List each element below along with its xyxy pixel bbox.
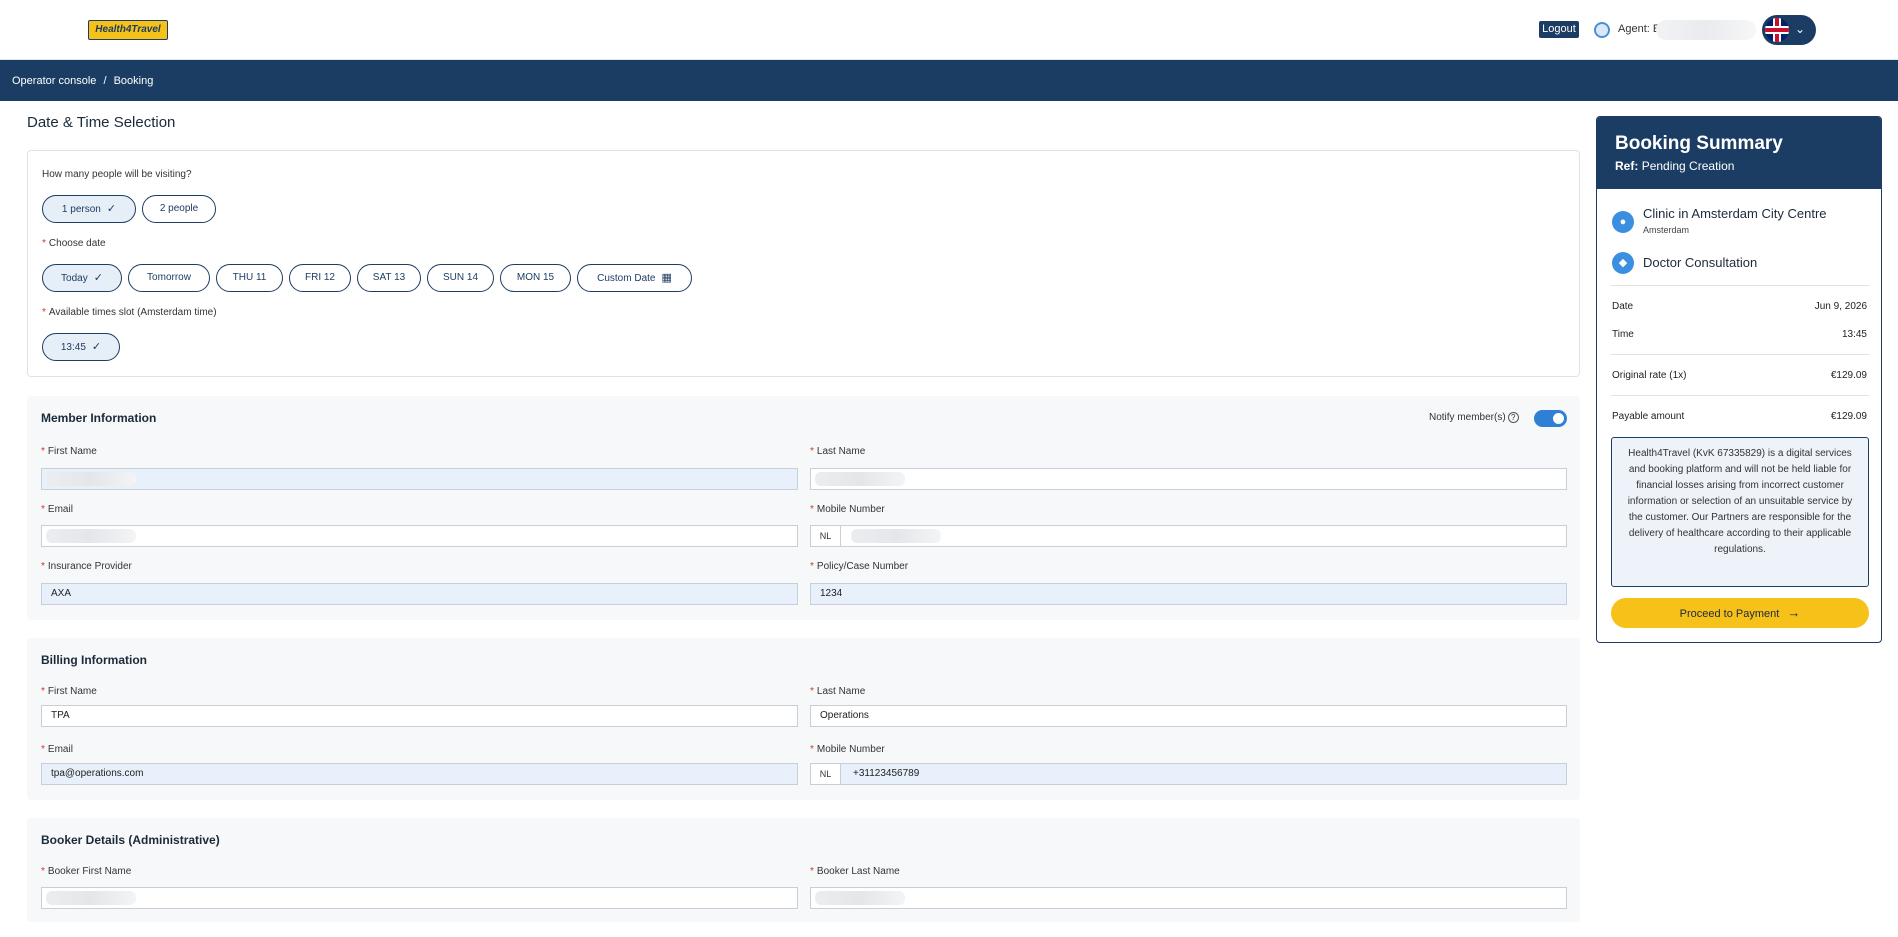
arrow-right-icon: →: [1787, 605, 1801, 620]
breadcrumb-operator-console[interactable]: Operator console: [12, 75, 96, 87]
date-option-thu-11[interactable]: THU 11: [216, 264, 283, 292]
notify-members-label: Notify member(s)?: [1429, 412, 1519, 423]
date-time-card: How many people will be visiting? 1 pers…: [27, 150, 1580, 377]
country-code-select[interactable]: NL: [811, 526, 841, 546]
location-pin-icon: ●: [1612, 211, 1634, 233]
booker-details-title: Booker Details (Administrative): [41, 833, 220, 847]
breadcrumb: Operator console / Booking: [12, 75, 157, 87]
original-rate-label: Original rate (1x): [1612, 370, 1687, 381]
redacted-value: [46, 472, 136, 486]
booker-first-name-input[interactable]: [41, 887, 798, 909]
summary-time-label: Time: [1612, 329, 1634, 340]
clinic-name: Clinic in Amsterdam City Centre: [1643, 206, 1827, 221]
divider: [1611, 395, 1869, 396]
language-switcher[interactable]: ⌄: [1762, 15, 1816, 45]
agent-avatar-icon: [1594, 22, 1610, 38]
member-email-label: * Email: [41, 504, 73, 515]
divider: [1611, 354, 1869, 355]
time-slot-label: * Available times slot (Amsterdam time): [42, 307, 217, 318]
member-email-input[interactable]: [41, 525, 798, 547]
date-time-section-title: Date & Time Selection: [27, 114, 176, 131]
insurance-provider-input[interactable]: AXA: [41, 583, 798, 605]
member-last-name-label: * Last Name: [810, 446, 866, 457]
liability-disclaimer: Health4Travel (KvK 67335829) is a digita…: [1611, 437, 1869, 587]
proceed-to-payment-button[interactable]: Proceed to Payment →: [1611, 598, 1869, 628]
booker-last-name-input[interactable]: [810, 887, 1567, 909]
help-icon[interactable]: ?: [1507, 412, 1519, 423]
billing-mobile-label: * Mobile Number: [810, 744, 885, 755]
member-first-name-input[interactable]: [41, 468, 798, 490]
top-header: Health4Travel Logout Agent: E ⌄: [0, 0, 1898, 60]
country-code-select[interactable]: NL: [811, 764, 841, 784]
people-option-1[interactable]: 1 person ✓: [42, 195, 136, 223]
health4travel-logo[interactable]: Health4Travel: [88, 20, 168, 40]
summary-date-label: Date: [1612, 301, 1634, 312]
redacted-value: [851, 529, 941, 543]
billing-mobile-input[interactable]: NL +31123456789: [810, 763, 1567, 785]
member-information-panel: Member Information * First Name * Last Nam…: [27, 396, 1580, 620]
date-option-sat-13[interactable]: SAT 13: [357, 264, 421, 292]
summary-date-value: Jun 9, 2026: [1814, 301, 1867, 312]
choose-date-label: * Choose date: [42, 238, 106, 249]
billing-first-name-label: * First Name: [41, 686, 97, 697]
service-name: Doctor Consultation: [1643, 255, 1758, 270]
agent-name-redacted: [1656, 20, 1756, 40]
booker-first-name-label: * Booker First Name: [41, 866, 132, 877]
policy-number-input[interactable]: 1234: [810, 583, 1567, 605]
summary-time-value: 13:45: [1841, 329, 1867, 340]
shield-icon: ◆: [1612, 252, 1634, 274]
redacted-value: [815, 472, 905, 486]
agent-label: Agent: E: [1618, 23, 1661, 35]
logout-button[interactable]: Logout: [1539, 21, 1579, 38]
date-option-sun-14[interactable]: SUN 14: [427, 264, 494, 292]
breadcrumb-booking: Booking: [113, 75, 154, 87]
booking-summary-card: Booking Summary Ref: Pending Creation ● …: [1596, 116, 1882, 643]
member-mobile-input[interactable]: NL: [810, 525, 1567, 547]
date-option-custom[interactable]: Custom Date ▦: [577, 264, 692, 292]
payable-amount-label: Payable amount: [1612, 411, 1685, 422]
divider: [1611, 285, 1869, 286]
billing-last-name-label: * Last Name: [810, 686, 866, 697]
check-icon: ✓: [106, 203, 117, 215]
policy-number-label: * Policy/Case Number: [810, 561, 909, 572]
insurance-provider-label: * Insurance Provider: [41, 561, 132, 572]
redacted-value: [815, 891, 905, 905]
redacted-value: [46, 529, 136, 543]
date-option-tomorrow[interactable]: Tomorrow: [128, 264, 210, 292]
billing-information-title: Billing Information: [41, 653, 147, 667]
people-question: How many people will be visiting?: [42, 169, 192, 180]
original-rate-value: €129.09: [1830, 370, 1867, 381]
billing-information-panel: Billing Information * First Name TPA * Las…: [27, 638, 1580, 800]
booker-details-panel: Booker Details (Administrative) * Booker …: [27, 818, 1580, 922]
people-option-2[interactable]: 2 people: [142, 195, 216, 223]
breadcrumb-separator: /: [103, 75, 107, 87]
date-option-today[interactable]: Today ✓: [42, 264, 122, 292]
billing-email-input[interactable]: tpa@operations.com: [41, 763, 798, 785]
breadcrumb-bar: Operator console / Booking: [0, 60, 1898, 101]
payable-amount-value: €129.09: [1830, 411, 1867, 422]
check-icon: ✓: [93, 272, 103, 284]
booking-summary-header: Booking Summary Ref: Pending Creation: [1597, 117, 1881, 189]
billing-last-name-input[interactable]: Operations: [810, 705, 1567, 727]
member-first-name-label: * First Name: [41, 446, 97, 457]
date-option-fri-12[interactable]: FRI 12: [289, 264, 351, 292]
notify-members-toggle[interactable]: [1534, 410, 1567, 427]
member-mobile-label: * Mobile Number: [810, 504, 885, 515]
uk-flag-icon: [1765, 18, 1789, 42]
chevron-down-icon: ⌄: [1795, 22, 1806, 36]
clinic-city: Amsterdam: [1643, 225, 1690, 235]
booker-last-name-label: * Booker Last Name: [810, 866, 900, 877]
check-icon: ✓: [91, 341, 102, 353]
calendar-icon: ▦: [661, 272, 672, 284]
time-option-1345[interactable]: 13:45 ✓: [42, 333, 120, 361]
booking-summary-title: Booking Summary: [1615, 133, 1783, 154]
billing-mobile-value: +31123456789: [853, 768, 920, 779]
member-last-name-input[interactable]: [810, 468, 1567, 490]
billing-email-label: * Email: [41, 744, 73, 755]
redacted-value: [46, 891, 136, 905]
date-option-mon-15[interactable]: MON 15: [500, 264, 571, 292]
booking-reference: Ref: Pending Creation: [1615, 159, 1735, 173]
member-information-title: Member Information: [41, 411, 157, 425]
billing-first-name-input[interactable]: TPA: [41, 705, 798, 727]
